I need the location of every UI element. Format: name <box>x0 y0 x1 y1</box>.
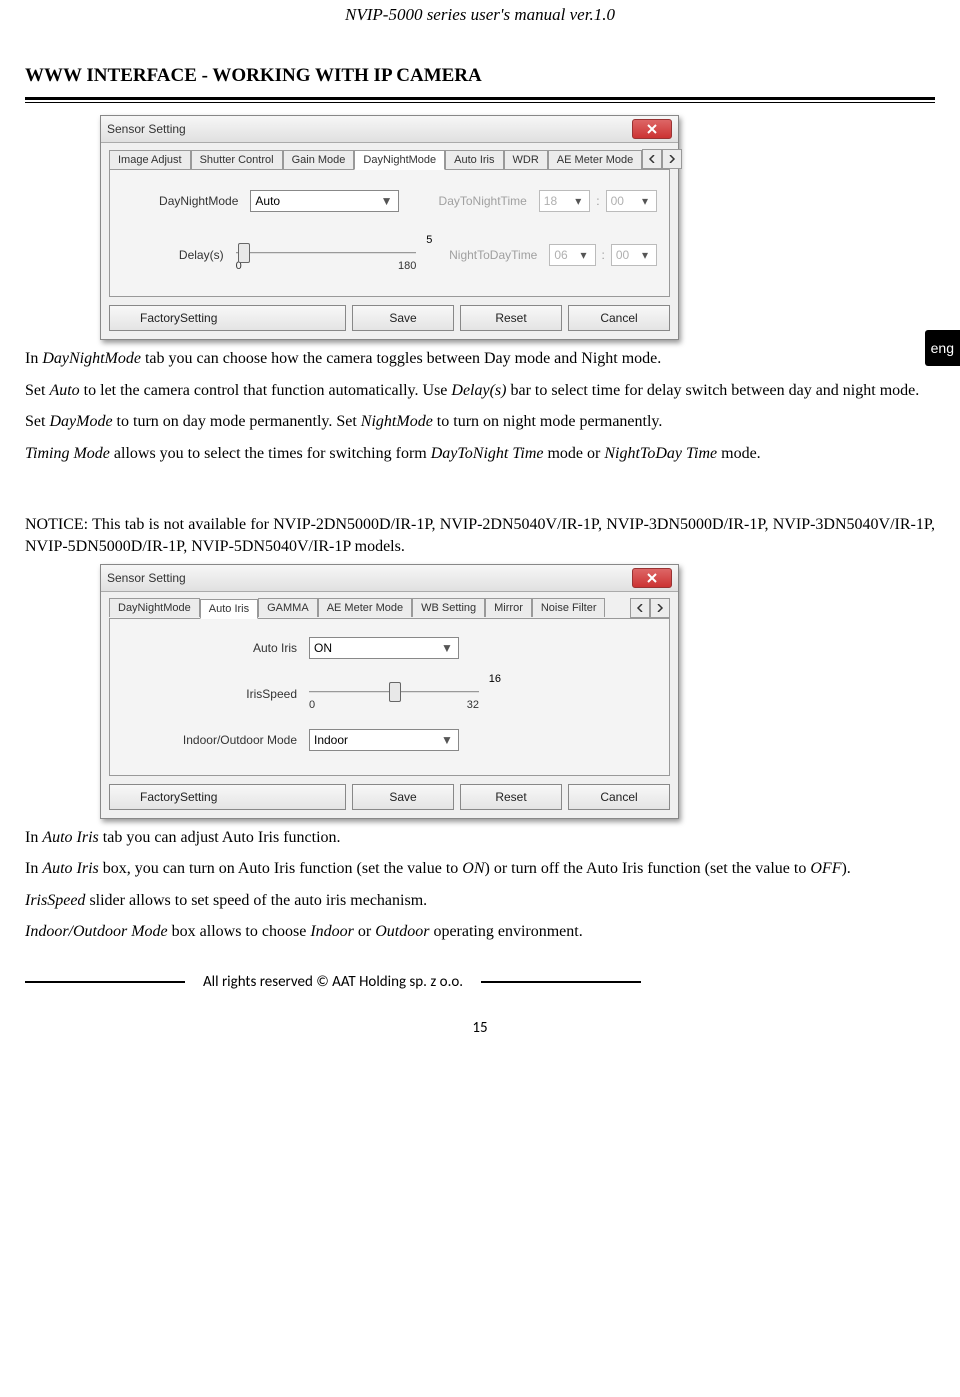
tab-wdr[interactable]: WDR <box>504 150 548 169</box>
irisspeed-value: 16 <box>489 673 501 685</box>
select-value: Auto <box>255 194 280 208</box>
close-icon <box>646 124 658 134</box>
factory-setting-button[interactable]: FactorySetting <box>109 305 346 331</box>
tabs-scroll-left[interactable] <box>642 149 662 169</box>
save-button[interactable]: Save <box>352 305 454 331</box>
paragraph: Indoor/Outdoor Mode box allows to choose… <box>25 921 935 943</box>
doc-header: NVIP-5000 series user's manual ver.1.0 <box>25 5 935 25</box>
footer: All rights reserved © AAT Holding sp. z … <box>25 973 935 991</box>
chevron-left-icon <box>636 604 644 612</box>
chevron-left-icon <box>648 155 656 163</box>
indoor-outdoor-select[interactable]: Indoor ▼ <box>309 729 459 751</box>
sensor-setting-dialog-1: Sensor Setting Image Adjust Shutter Cont… <box>100 115 679 340</box>
daytonighttime-label: DayToNightTime <box>428 194 539 208</box>
irisspeed-label: IrisSpeed <box>122 687 309 701</box>
divider <box>25 97 935 103</box>
tab-daynightmode[interactable]: DayNightMode <box>109 598 200 617</box>
tabs-scroll-right[interactable] <box>662 149 682 169</box>
chevron-down-icon: ▾ <box>571 194 585 208</box>
chevron-right-icon <box>668 155 676 163</box>
autoiris-label: Auto Iris <box>122 641 309 655</box>
tab-mirror[interactable]: Mirror <box>485 598 532 617</box>
tab-ae-meter-mode[interactable]: AE Meter Mode <box>548 150 642 169</box>
section-title: WWW INTERFACE - WORKING WITH IP CAMERA <box>25 65 935 87</box>
chevron-down-icon: ▼ <box>440 733 454 747</box>
select-value: Indoor <box>314 733 348 747</box>
delay-slider[interactable]: 5 0 180 <box>236 238 417 272</box>
delay-max: 180 <box>398 260 416 272</box>
paragraph: IrisSpeed slider allows to set speed of … <box>25 890 935 912</box>
page-number: 15 <box>25 1019 935 1037</box>
tab-bar: DayNightMode Auto Iris GAMMA AE Meter Mo… <box>101 592 678 618</box>
close-icon <box>646 573 658 583</box>
tab-gain-mode[interactable]: Gain Mode <box>283 150 355 169</box>
paragraph: Set Auto to let the camera control that … <box>25 380 935 402</box>
indoor-outdoor-label: Indoor/Outdoor Mode <box>122 733 309 747</box>
chevron-down-icon: ▼ <box>440 641 454 655</box>
slider-thumb[interactable] <box>238 243 250 263</box>
close-button[interactable] <box>632 119 672 139</box>
tab-ae-meter-mode[interactable]: AE Meter Mode <box>318 598 412 617</box>
tab-wb-setting[interactable]: WB Setting <box>412 598 485 617</box>
cancel-button[interactable]: Cancel <box>568 305 670 331</box>
close-button[interactable] <box>632 568 672 588</box>
chevron-down-icon: ▼ <box>380 194 394 208</box>
select-value: 06 <box>554 248 567 262</box>
select-value: 00 <box>611 194 624 208</box>
chevron-right-icon <box>656 604 664 612</box>
tab-noise-filter[interactable]: Noise Filter <box>532 598 606 617</box>
save-button[interactable]: Save <box>352 784 454 810</box>
daytonight-mm-select[interactable]: 00 ▾ <box>606 190 657 212</box>
paragraph: Timing Mode allows you to select the tim… <box>25 443 935 465</box>
footer-text: All rights reserved © AAT Holding sp. z … <box>203 973 463 991</box>
slider-thumb[interactable] <box>389 682 401 702</box>
chevron-down-icon: ▾ <box>638 248 652 262</box>
paragraph: In Auto Iris tab you can adjust Auto Iri… <box>25 827 935 849</box>
select-value: ON <box>314 641 332 655</box>
tab-bar: Image Adjust Shutter Control Gain Mode D… <box>101 143 678 169</box>
nighttoday-hh-select[interactable]: 06 ▾ <box>549 244 595 266</box>
daynightmode-label: DayNightMode <box>122 194 250 208</box>
tab-daynightmode[interactable]: DayNightMode <box>354 150 445 170</box>
reset-button[interactable]: Reset <box>460 784 562 810</box>
cancel-button[interactable]: Cancel <box>568 784 670 810</box>
language-tag: eng <box>925 330 960 366</box>
paragraph: Set DayMode to turn on day mode permanen… <box>25 411 935 433</box>
delay-value: 5 <box>426 234 432 246</box>
reset-button[interactable]: Reset <box>460 305 562 331</box>
tab-image-adjust[interactable]: Image Adjust <box>109 150 191 169</box>
nighttodaytime-label: NightToDayTime <box>449 248 549 262</box>
chevron-down-icon: ▾ <box>638 194 652 208</box>
autoiris-select[interactable]: ON ▼ <box>309 637 459 659</box>
select-value: 18 <box>544 194 557 208</box>
chevron-down-icon: ▾ <box>577 248 591 262</box>
tabs-scroll-left[interactable] <box>630 598 650 618</box>
irisspeed-max: 32 <box>467 699 479 711</box>
tab-auto-iris[interactable]: Auto Iris <box>200 599 258 619</box>
tab-auto-iris[interactable]: Auto Iris <box>445 150 503 169</box>
time-colon: : <box>596 194 599 208</box>
dialog-title: Sensor Setting <box>107 122 186 136</box>
irisspeed-min: 0 <box>309 699 315 711</box>
sensor-setting-dialog-2: Sensor Setting DayNightMode Auto Iris GA… <box>100 564 679 819</box>
daynightmode-select[interactable]: Auto ▼ <box>250 190 398 212</box>
nighttoday-mm-select[interactable]: 00 ▾ <box>611 244 657 266</box>
tab-shutter-control[interactable]: Shutter Control <box>191 150 283 169</box>
tab-gamma[interactable]: GAMMA <box>258 598 318 617</box>
select-value: 00 <box>616 248 629 262</box>
paragraph: In DayNightMode tab you can choose how t… <box>25 348 935 370</box>
dialog-title: Sensor Setting <box>107 571 186 585</box>
tabs-scroll-right[interactable] <box>650 598 670 618</box>
factory-setting-button[interactable]: FactorySetting <box>109 784 346 810</box>
daytonight-hh-select[interactable]: 18 ▾ <box>539 190 590 212</box>
paragraph: In Auto Iris box, you can turn on Auto I… <box>25 858 935 880</box>
irisspeed-slider[interactable]: 16 0 32 <box>309 677 479 711</box>
notice-paragraph: NOTICE: This tab is not available for NV… <box>25 514 935 557</box>
delay-label: Delay(s) <box>122 248 236 262</box>
time-colon: : <box>602 248 605 262</box>
